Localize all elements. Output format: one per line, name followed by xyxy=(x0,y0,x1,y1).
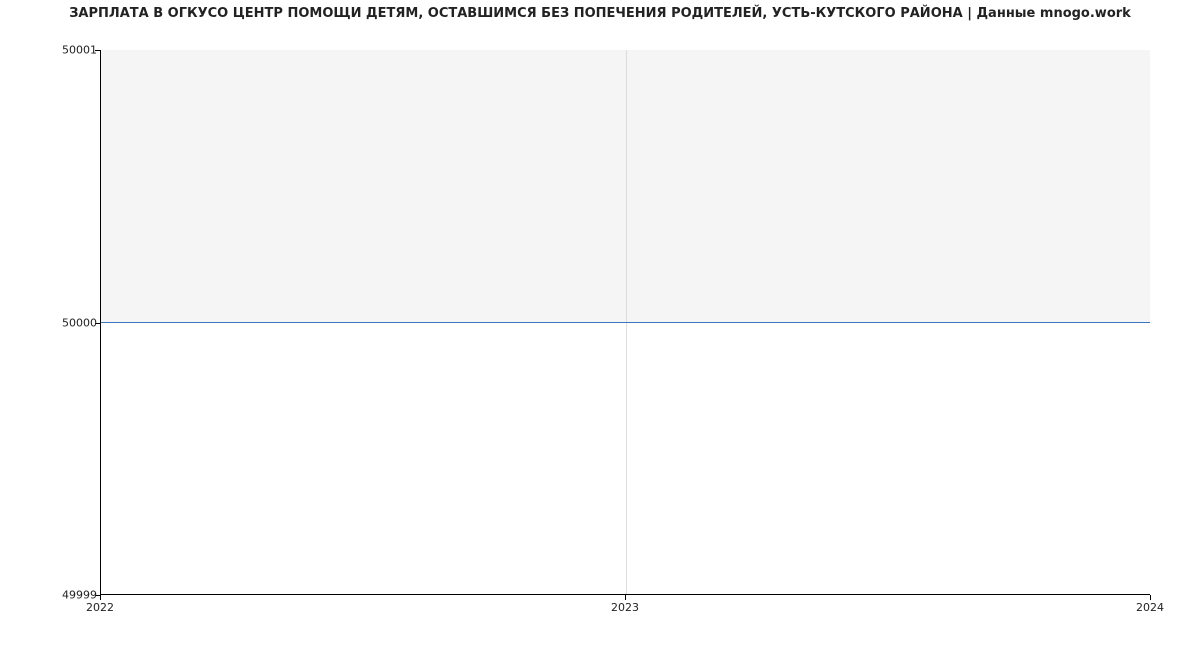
plot-area xyxy=(100,50,1150,595)
y-tick-label: 50001 xyxy=(17,44,97,57)
x-tick-label: 2023 xyxy=(611,601,639,614)
x-tick-mark xyxy=(100,595,101,600)
x-tick-mark xyxy=(625,595,626,600)
x-tick-label: 2024 xyxy=(1136,601,1164,614)
chart-container: ЗАРПЛАТА В ОГКУСО ЦЕНТР ПОМОЩИ ДЕТЯМ, ОС… xyxy=(0,0,1200,650)
chart-title: ЗАРПЛАТА В ОГКУСО ЦЕНТР ПОМОЩИ ДЕТЯМ, ОС… xyxy=(0,6,1200,21)
series-line xyxy=(101,322,1150,323)
y-tick-label: 49999 xyxy=(17,589,97,602)
y-tick-label: 50000 xyxy=(17,316,97,329)
x-tick-mark xyxy=(1150,595,1151,600)
x-tick-label: 2022 xyxy=(86,601,114,614)
